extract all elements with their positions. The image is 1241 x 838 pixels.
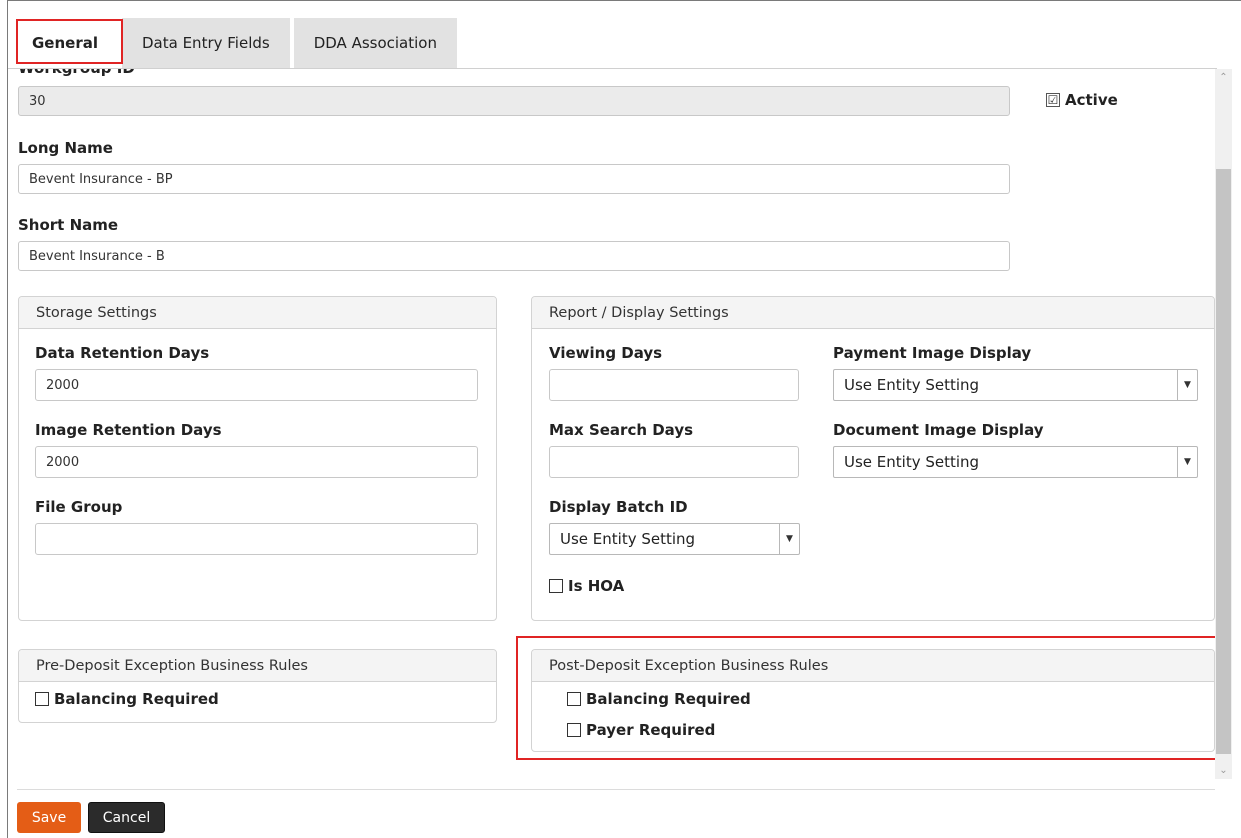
document-image-display-label: Document Image Display: [833, 421, 1044, 439]
pre-deposit-balancing-label: Balancing Required: [54, 690, 219, 708]
display-batch-id-label: Display Batch ID: [549, 498, 688, 516]
long-name-input[interactable]: [18, 164, 1010, 194]
document-image-display-value: Use Entity Setting: [844, 453, 980, 471]
file-group-label: File Group: [35, 498, 123, 516]
viewing-days-label: Viewing Days: [549, 344, 663, 362]
long-name-label: Long Name: [18, 139, 113, 157]
pre-deposit-panel: Pre-Deposit Exception Business Rules: [18, 649, 497, 723]
max-search-days-input[interactable]: [549, 446, 799, 478]
file-group-input[interactable]: [35, 523, 478, 555]
general-form: Workgroup ID ☑ Active Long Name Short Na…: [8, 69, 1215, 779]
data-retention-label: Data Retention Days: [35, 344, 210, 362]
cancel-button[interactable]: Cancel: [88, 802, 165, 833]
save-button[interactable]: Save: [17, 802, 81, 833]
dropdown-arrow-icon: ▼: [1177, 370, 1197, 400]
storage-settings-title: Storage Settings: [19, 297, 496, 329]
tab-general[interactable]: General: [12, 18, 118, 68]
active-checkbox[interactable]: ☑ Active: [1046, 91, 1118, 109]
payment-image-display-label: Payment Image Display: [833, 344, 1032, 362]
post-deposit-balancing-label: Balancing Required: [586, 690, 751, 708]
footer-divider: [17, 789, 1215, 790]
short-name-input[interactable]: [18, 241, 1010, 271]
checkbox-icon: [567, 692, 581, 706]
scroll-thumb[interactable]: [1216, 169, 1231, 754]
vertical-scrollbar[interactable]: ⌃ ⌄: [1215, 69, 1232, 779]
scroll-down-icon[interactable]: ⌄: [1215, 762, 1232, 779]
payment-image-display-select[interactable]: Use Entity Setting ▼: [833, 369, 1198, 401]
dropdown-arrow-icon: ▼: [1177, 447, 1197, 477]
checkbox-icon: [567, 723, 581, 737]
max-search-days-label: Max Search Days: [549, 421, 694, 439]
tab-bar: General Data Entry Fields DDA Associatio…: [12, 18, 461, 68]
display-batch-id-value: Use Entity Setting: [560, 530, 696, 548]
payment-image-display-value: Use Entity Setting: [844, 376, 980, 394]
document-image-display-select[interactable]: Use Entity Setting ▼: [833, 446, 1198, 478]
image-retention-label: Image Retention Days: [35, 421, 222, 439]
is-hoa-checkbox[interactable]: Is HOA: [549, 577, 624, 595]
post-deposit-payer-checkbox[interactable]: Payer Required: [567, 721, 715, 739]
viewing-days-input[interactable]: [549, 369, 799, 401]
post-deposit-title: Post-Deposit Exception Business Rules: [532, 650, 1214, 682]
checkbox-icon: [35, 692, 49, 706]
active-label: Active: [1065, 91, 1118, 109]
post-deposit-payer-label: Payer Required: [586, 721, 716, 739]
tab-data-entry-fields[interactable]: Data Entry Fields: [122, 18, 290, 68]
display-batch-id-select[interactable]: Use Entity Setting ▼: [549, 523, 800, 555]
post-deposit-balancing-checkbox[interactable]: Balancing Required: [567, 690, 751, 708]
tab-dda-association[interactable]: DDA Association: [293, 18, 457, 68]
pre-deposit-balancing-checkbox[interactable]: Balancing Required: [35, 690, 219, 708]
workgroup-id-label: Workgroup ID: [18, 69, 135, 77]
scroll-up-icon[interactable]: ⌃: [1215, 69, 1232, 86]
dropdown-arrow-icon: ▼: [779, 524, 799, 554]
checkbox-icon: [549, 579, 563, 593]
report-display-title: Report / Display Settings: [532, 297, 1214, 329]
pre-deposit-title: Pre-Deposit Exception Business Rules: [19, 650, 496, 682]
data-retention-input[interactable]: [35, 369, 478, 401]
is-hoa-label: Is HOA: [568, 577, 625, 595]
checkbox-checked-icon: ☑: [1046, 93, 1060, 107]
image-retention-input[interactable]: [35, 446, 478, 478]
workgroup-id-input[interactable]: [18, 86, 1010, 116]
short-name-label: Short Name: [18, 216, 119, 234]
